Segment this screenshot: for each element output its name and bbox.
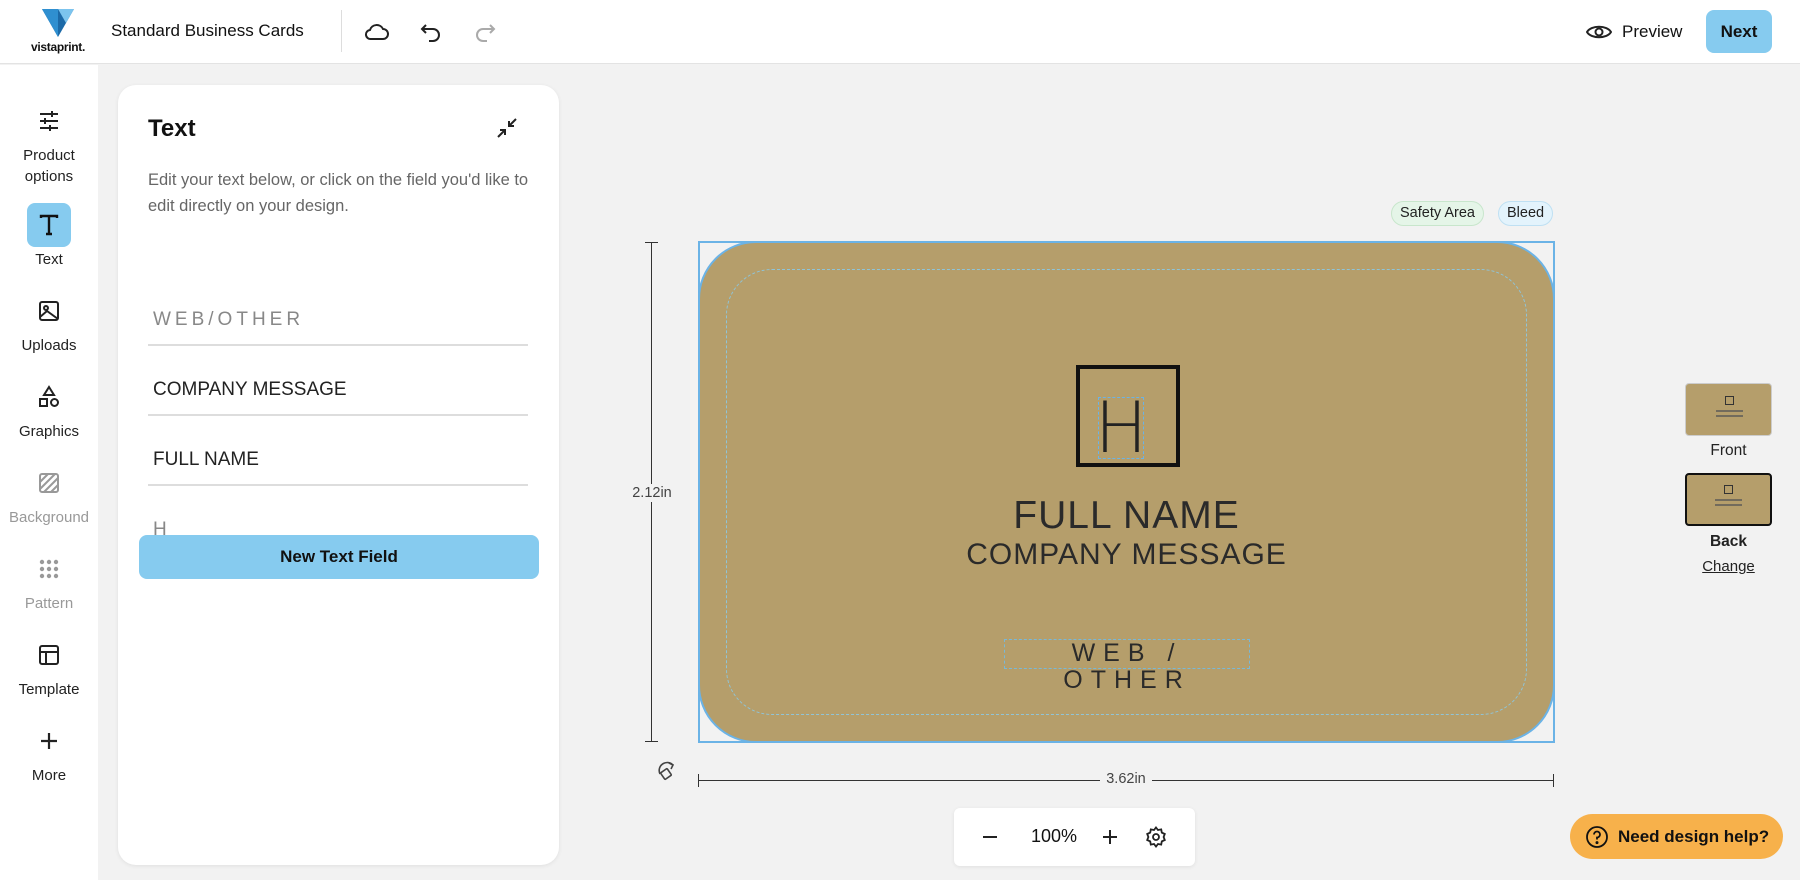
toolbar-divider — [341, 10, 342, 52]
zoom-toolbar: 100% — [954, 808, 1195, 866]
rail-item-pattern[interactable]: Pattern — [0, 547, 98, 614]
height-label: 2.12in — [627, 484, 677, 502]
width-label: 3.62in — [1100, 771, 1152, 787]
undo-icon[interactable] — [415, 16, 447, 48]
rail-item-graphics[interactable]: Graphics — [0, 375, 98, 442]
vistaprint-logo-mark — [42, 9, 74, 37]
thumb-line — [1716, 410, 1743, 412]
card-logo-letter[interactable]: H — [1095, 393, 1148, 463]
rail-label-text: Text — [35, 251, 63, 268]
bleed-badge[interactable]: Bleed — [1498, 201, 1554, 226]
panel-title: Text — [148, 115, 196, 142]
rail-item-product-options[interactable]: Product options — [0, 99, 98, 187]
rail-item-template[interactable]: Template — [0, 633, 98, 700]
preview-label: Preview — [1622, 22, 1683, 41]
card-full-name[interactable]: FULL NAME — [700, 494, 1553, 538]
shapes-icon — [27, 375, 71, 419]
settings-gear-icon[interactable] — [1142, 823, 1170, 851]
rail-label-product-options: Product options — [23, 147, 75, 185]
sliders-icon — [27, 99, 71, 143]
text-field-company-message[interactable] — [148, 366, 528, 416]
rail-item-more[interactable]: More — [0, 719, 98, 786]
panel-description: Edit your text below, or click on the fi… — [148, 171, 529, 215]
zoom-in-icon[interactable] — [1096, 823, 1124, 851]
pattern-icon — [27, 547, 71, 591]
document-title: Standard Business Cards — [111, 21, 304, 40]
rail-label-background: Background — [8, 509, 90, 526]
back-label: Back — [1709, 533, 1748, 550]
top-bar: vistaprint. Standard Business Cards Prev… — [0, 0, 1800, 64]
text-panel: Text Edit your text below, or click on t… — [118, 85, 559, 865]
image-icon — [27, 289, 71, 333]
rotate-icon[interactable] — [655, 759, 679, 783]
text-field-web-other[interactable] — [148, 296, 528, 346]
back-side-thumbnail[interactable] — [1685, 473, 1772, 526]
business-card-canvas[interactable]: H FULL NAME COMPANY MESSAGE WEB / OTHER — [698, 241, 1555, 743]
vistaprint-logo[interactable]: vistaprint. — [26, 7, 90, 57]
rail-item-text[interactable]: Text — [0, 203, 98, 270]
safety-area-badge[interactable]: Safety Area — [1391, 201, 1484, 226]
template-icon — [27, 633, 71, 677]
card-logo-frame[interactable]: H — [1076, 365, 1180, 467]
background-icon — [27, 461, 71, 505]
thumb-logo — [1724, 485, 1733, 494]
rail-label-template: Template — [18, 681, 80, 698]
zoom-out-icon[interactable] — [976, 823, 1004, 851]
collapse-icon[interactable] — [492, 113, 522, 143]
front-side-thumbnail[interactable] — [1685, 383, 1772, 436]
thumb-line — [1716, 415, 1743, 417]
need-design-help-button[interactable]: Need design help? — [1570, 814, 1783, 859]
left-tool-rail: Product options Text Uploads Graphics Bac… — [0, 65, 98, 880]
preview-button[interactable]: Preview — [1586, 17, 1682, 47]
rail-label-graphics: Graphics — [18, 423, 80, 440]
front-label: Front — [1710, 442, 1747, 459]
change-back-link[interactable]: Change — [1660, 558, 1797, 575]
card-company-message[interactable]: COMPANY MESSAGE — [700, 538, 1553, 572]
plus-icon — [27, 719, 71, 763]
text-icon — [27, 203, 71, 247]
eye-icon — [1586, 25, 1612, 39]
rail-label-uploads: Uploads — [21, 337, 77, 354]
question-icon — [1586, 825, 1608, 848]
logo-text: vistaprint. — [30, 40, 86, 54]
thumb-line — [1715, 504, 1742, 506]
zoom-level[interactable]: 100% — [1022, 826, 1086, 847]
rail-item-background[interactable]: Background — [0, 461, 98, 528]
cloud-save-icon[interactable] — [361, 16, 393, 48]
thumb-logo — [1725, 396, 1734, 405]
text-field-full-name[interactable] — [148, 436, 528, 486]
new-text-field-button[interactable]: New Text Field — [139, 535, 539, 579]
rail-label-more: More — [31, 767, 67, 784]
rail-item-uploads[interactable]: Uploads — [0, 289, 98, 356]
card-web-other[interactable]: WEB / OTHER — [1004, 639, 1250, 694]
thumb-line — [1715, 499, 1742, 501]
help-label: Need design help? — [1618, 826, 1770, 846]
redo-icon[interactable] — [469, 16, 501, 48]
rail-label-pattern: Pattern — [24, 595, 74, 612]
next-button[interactable]: Next — [1706, 10, 1772, 53]
